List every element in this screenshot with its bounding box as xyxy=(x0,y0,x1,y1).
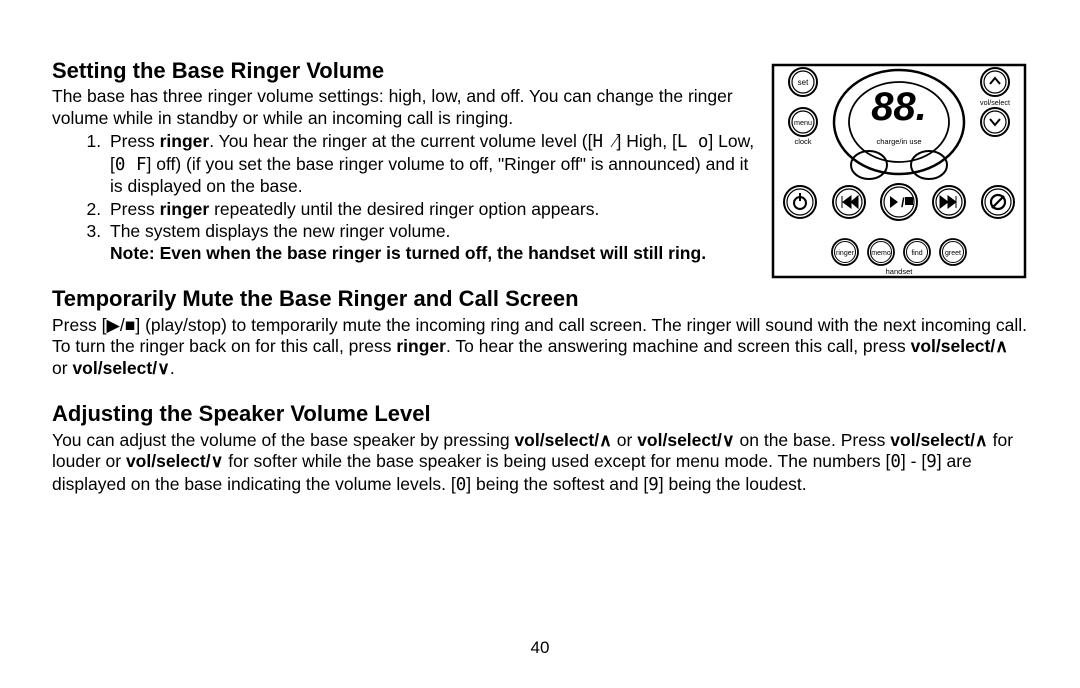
ringer-button-label: ringer xyxy=(836,250,855,257)
menu-button-label: menu xyxy=(794,118,812,127)
set-button-label: set xyxy=(798,78,809,87)
device-illustration: 88. charge/in use set menu clock vol/sel… xyxy=(770,62,1028,285)
ringer-key: ringer xyxy=(160,199,210,219)
glyph-off: 0 F xyxy=(115,155,147,175)
heading-mute-ringer: Temporarily Mute the Base Ringer and Cal… xyxy=(52,286,1028,311)
base-unit-svg: 88. charge/in use set menu clock vol/sel… xyxy=(770,62,1028,280)
vol-select-label: vol/select xyxy=(980,98,1010,107)
lcd-display: 88. xyxy=(871,85,927,129)
heading-speaker-volume: Adjusting the Speaker Volume Level xyxy=(52,401,1028,426)
ringer-key: ringer xyxy=(396,336,446,356)
glyph-nine: 9 xyxy=(648,475,659,495)
vol-select-up: vol/select/∧ xyxy=(911,336,1008,356)
vol-select-up: vol/select/∧ xyxy=(890,430,987,450)
svg-text:/: / xyxy=(901,195,905,210)
glyph-low: L o xyxy=(677,132,709,152)
vol-select-up: vol/select/∧ xyxy=(514,430,611,450)
glyph-zero: 0 xyxy=(890,452,901,472)
vol-select-down: vol/select/∨ xyxy=(72,358,169,378)
charge-label: charge/in use xyxy=(876,137,921,146)
clock-label: clock xyxy=(794,137,811,146)
speaker-volume-paragraph: You can adjust the volume of the base sp… xyxy=(52,430,1028,497)
glyph-nine: 9 xyxy=(926,452,937,472)
find-button-label: find xyxy=(911,250,922,257)
vol-select-down: vol/select/∨ xyxy=(126,451,223,471)
memo-button-label: memo xyxy=(871,250,891,257)
play-stop-icon: ▶/■ xyxy=(106,315,135,335)
glyph-zero: 0 xyxy=(456,475,467,495)
ringer-key: ringer xyxy=(160,131,210,151)
handset-label: handset xyxy=(886,267,914,276)
vol-select-down: vol/select/∨ xyxy=(637,430,734,450)
mute-ringer-paragraph: Press [▶/■] (play/stop) to temporarily m… xyxy=(52,315,1028,380)
greet-button-label: greet xyxy=(945,250,961,257)
page-number: 40 xyxy=(0,638,1080,658)
glyph-high: H ⁄ xyxy=(593,132,617,152)
